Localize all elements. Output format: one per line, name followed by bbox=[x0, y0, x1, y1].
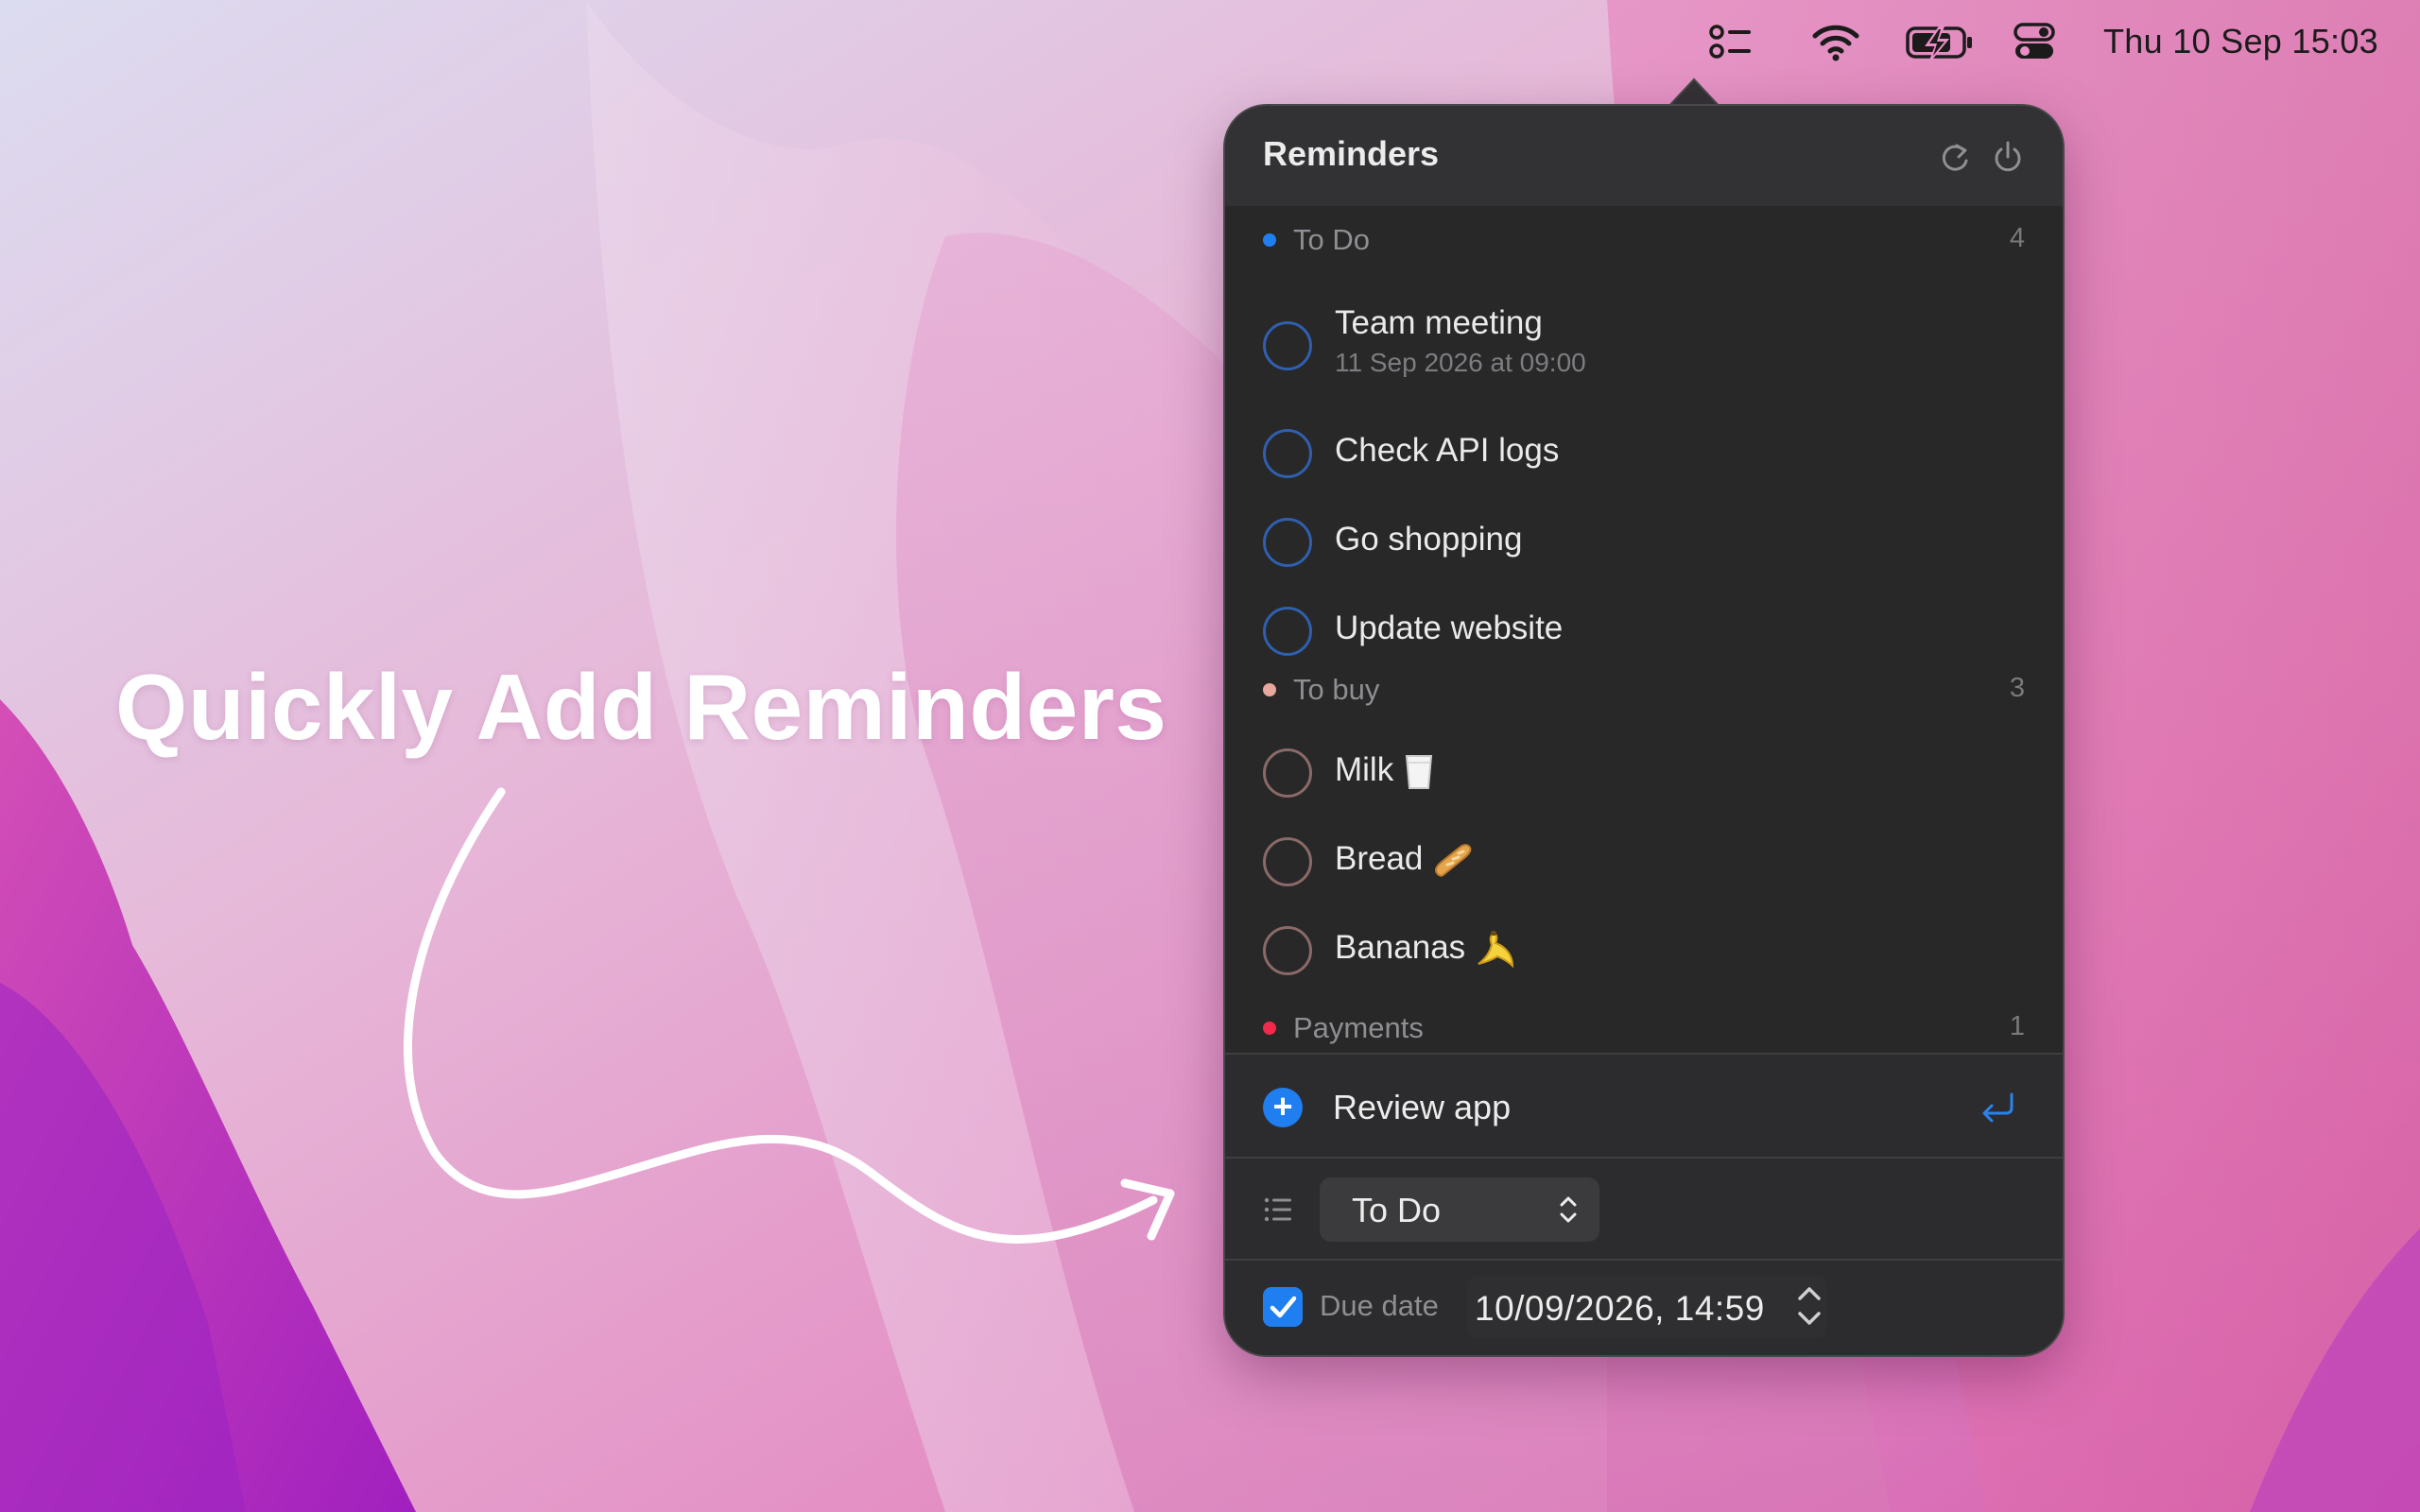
date-stepper[interactable] bbox=[1792, 1280, 1826, 1332]
section-header-to-buy: To buy 3 bbox=[1225, 667, 2063, 713]
reminder-item[interactable]: Bread bbox=[1225, 824, 2063, 900]
hero-headline: Quickly Add Reminders bbox=[115, 655, 1167, 759]
reminders-popover: Reminders To Do 4 Team meeting 11 Sep 20… bbox=[1225, 106, 2063, 1355]
checklist-icon[interactable] bbox=[1705, 19, 1758, 64]
popover-arrow bbox=[1666, 77, 1722, 110]
reminder-checkbox[interactable] bbox=[1263, 518, 1312, 567]
return-key-icon[interactable] bbox=[1979, 1091, 2017, 1123]
menu-bar-clock[interactable]: Thu 10 Sep 15:03 bbox=[2103, 19, 2378, 64]
reminder-checkbox[interactable] bbox=[1263, 321, 1312, 370]
reminder-title: Milk bbox=[1335, 751, 1435, 791]
reminder-title: Go shopping bbox=[1335, 521, 1523, 558]
section-name: To buy bbox=[1293, 673, 1380, 706]
power-icon[interactable] bbox=[1989, 138, 2027, 176]
chevron-up-down-icon bbox=[1560, 1196, 1577, 1223]
popover-header: Reminders bbox=[1225, 106, 2063, 206]
reminder-title: Bananas bbox=[1335, 929, 1516, 970]
menu-bar: Thu 10 Sep 15:03 bbox=[1475, 0, 2420, 83]
list-color-dot bbox=[1263, 1022, 1276, 1035]
popover-title: Reminders bbox=[1263, 134, 1440, 173]
due-date-label: Due date bbox=[1320, 1289, 1439, 1322]
reminder-title-text: Bananas bbox=[1335, 929, 1466, 966]
new-reminder-input[interactable] bbox=[1333, 1083, 1938, 1132]
reminder-item[interactable]: Team meeting 11 Sep 2026 at 09:00 bbox=[1225, 304, 2063, 408]
reminder-item[interactable]: Go shopping bbox=[1225, 505, 2063, 580]
section-name: Payments bbox=[1293, 1011, 1424, 1044]
list-picker-row: To Do bbox=[1225, 1159, 2063, 1259]
reminder-checkbox[interactable] bbox=[1263, 607, 1312, 656]
section-count: 1 bbox=[2009, 1011, 2025, 1041]
reminder-item[interactable]: Update website bbox=[1225, 593, 2063, 669]
baguette-icon bbox=[1435, 843, 1472, 877]
due-date-checkbox[interactable] bbox=[1263, 1287, 1303, 1327]
due-date-field[interactable]: 10/09/2026, 14:59 bbox=[1467, 1276, 1826, 1338]
reminder-due-subtitle: 11 Sep 2026 at 09:00 bbox=[1335, 348, 1586, 377]
plus-icon: + bbox=[1263, 1088, 1303, 1127]
banana-icon bbox=[1478, 930, 1514, 969]
due-date-value: 10/09/2026, 14:59 bbox=[1475, 1289, 1765, 1328]
section-header-payments: Payments 1 bbox=[1225, 1005, 2063, 1051]
curved-arrow-decoration bbox=[403, 787, 1175, 1244]
reminder-title-text: Milk bbox=[1335, 751, 1394, 788]
reminder-item[interactable]: Bananas bbox=[1225, 913, 2063, 988]
reminder-title: Check API logs bbox=[1335, 432, 1560, 469]
list-color-dot bbox=[1263, 683, 1276, 696]
list-icon bbox=[1264, 1197, 1291, 1222]
reminder-checkbox[interactable] bbox=[1263, 926, 1312, 975]
reminder-checkbox[interactable] bbox=[1263, 429, 1312, 478]
list-select[interactable]: To Do bbox=[1320, 1177, 1599, 1242]
new-reminder-row: + bbox=[1225, 1055, 2063, 1157]
reminder-title-text: Bread bbox=[1335, 840, 1424, 877]
refresh-icon[interactable] bbox=[1936, 138, 1974, 176]
list-color-dot bbox=[1263, 233, 1276, 247]
section-count: 3 bbox=[2009, 673, 2025, 703]
reminder-item[interactable]: Milk bbox=[1225, 735, 2063, 811]
section-name: To Do bbox=[1293, 223, 1370, 256]
reminder-item[interactable]: Check API logs bbox=[1225, 416, 2063, 491]
list-select-value: To Do bbox=[1352, 1191, 1442, 1229]
reminder-title: Update website bbox=[1335, 610, 1564, 646]
section-header-to-do: To Do 4 bbox=[1225, 217, 2063, 263]
control-center-icon[interactable] bbox=[2008, 19, 2061, 64]
battery-charging-icon[interactable] bbox=[1904, 19, 1976, 64]
reminder-checkbox[interactable] bbox=[1263, 837, 1312, 886]
wifi-icon[interactable] bbox=[1809, 19, 1862, 64]
reminder-checkbox[interactable] bbox=[1263, 748, 1312, 798]
reminder-title: Bread bbox=[1335, 840, 1474, 880]
reminder-title: Team meeting bbox=[1335, 304, 1543, 341]
section-count: 4 bbox=[2009, 223, 2025, 253]
due-date-row: Due date 10/09/2026, 14:59 bbox=[1225, 1261, 2063, 1355]
milk-glass-icon bbox=[1406, 754, 1433, 789]
